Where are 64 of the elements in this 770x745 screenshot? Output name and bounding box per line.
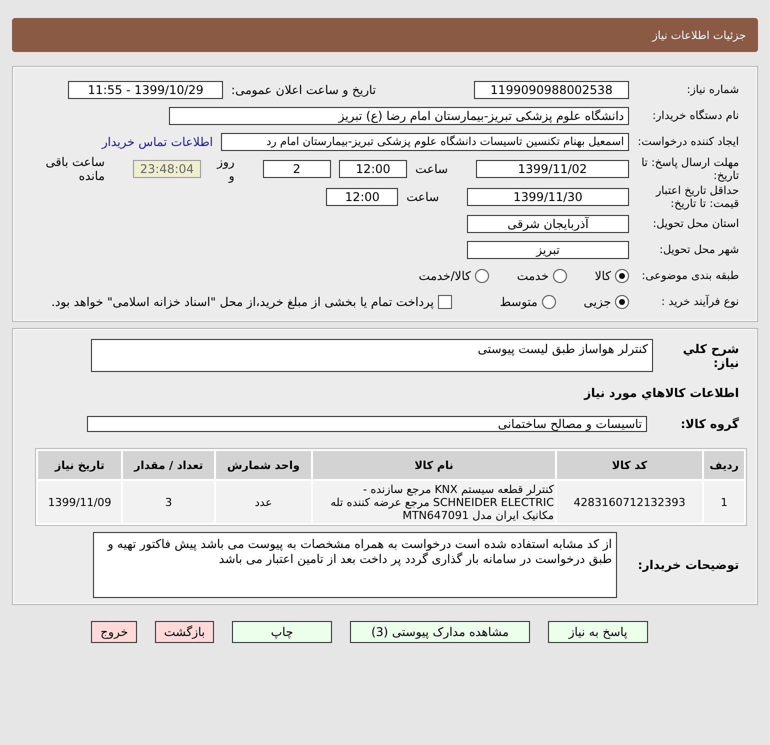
radio-button[interactable] bbox=[615, 268, 629, 282]
table-cell: 3 bbox=[123, 481, 214, 523]
option-label: پرداخت تمام یا بخشی از مبلغ خرید،از محل "اسناد خزانه اسلامی" خواهد بود. bbox=[51, 294, 434, 308]
action-button[interactable]: چاپ bbox=[232, 621, 332, 643]
column-header: نام کالا bbox=[312, 451, 555, 479]
action-button[interactable]: خروج bbox=[91, 621, 137, 643]
radio-button[interactable] bbox=[615, 294, 629, 308]
field-label: شهر محل تحویل: bbox=[658, 243, 739, 256]
table-cell: 1 bbox=[704, 481, 744, 523]
countdown-field: 23:48:04 bbox=[132, 160, 202, 178]
action-button[interactable]: بازگشت bbox=[155, 621, 214, 643]
field-label: طبقه بندی موضوعی: bbox=[640, 269, 739, 282]
column-header: تعداد / مقدار bbox=[123, 451, 214, 479]
field-label: حداقل تاریخ اعتبار قیمت: تا تاریخ: bbox=[654, 184, 739, 210]
table-cell: عدد bbox=[216, 481, 311, 523]
input-field[interactable]: دانشگاه علوم پزشکی تبریز-بیمارستان امام رضا (ع) تبریز bbox=[169, 106, 629, 124]
option-label: متوسط bbox=[500, 294, 538, 308]
option-label: خدمت bbox=[516, 268, 549, 282]
field-label: تاریخ و ساعت اعلان عمومی: bbox=[231, 82, 376, 96]
field-label: توضیحات خریدار: bbox=[636, 558, 739, 572]
table-cell: کنترلر قطعه سیستم KNX مرجع سازنده -SCHNEIDER ELECTRIC مرجع عرضه کننده تله مکانیک ایران مدل MTN647091 bbox=[312, 481, 555, 523]
table-cell: 1399/11/09 bbox=[38, 481, 122, 523]
field-label: ساعت bbox=[415, 162, 448, 176]
page-title: جزئیات اطلاعات نیاز bbox=[652, 28, 746, 42]
column-header: ردیف bbox=[704, 451, 744, 479]
option-label: جزیی bbox=[584, 294, 611, 308]
field-label: استان محل تحویل: bbox=[652, 217, 739, 230]
checkbox[interactable] bbox=[438, 294, 452, 308]
option-label: کالا/خدمت bbox=[418, 268, 471, 282]
input-field[interactable]: آذربایجان شرقی bbox=[467, 214, 629, 232]
input-field[interactable]: 1399/11/02 bbox=[476, 160, 629, 178]
summary-field[interactable]: کنترلر هواساز طبق لیست پیوستی bbox=[91, 339, 653, 372]
input-field[interactable]: 2 bbox=[262, 160, 331, 178]
action-button[interactable]: پاسخ به نیاز bbox=[548, 621, 648, 643]
radio-button[interactable] bbox=[542, 294, 556, 308]
column-header: کد کالا bbox=[556, 451, 702, 479]
field-label: شرح کلي نياز: bbox=[682, 342, 739, 370]
field-label: نوع فرآیند خرید : bbox=[660, 295, 739, 308]
field-label: نام دستگاه خریدار: bbox=[651, 109, 739, 122]
field-label: ساعت باقی مانده bbox=[44, 155, 105, 183]
input-field[interactable]: 1399/11/30 bbox=[467, 188, 629, 206]
field-label: روز و bbox=[216, 155, 235, 183]
table-cell: 4283160712132393 bbox=[556, 481, 702, 523]
section-heading: اطلاعات کالاهاي مورد نياز bbox=[582, 386, 739, 400]
input-field[interactable]: 12:00 bbox=[338, 160, 408, 178]
input-field[interactable]: تاسیسات و مصالح ساختمانی bbox=[87, 416, 647, 432]
action-button[interactable]: مشاهده مدارک پیوستی (3) bbox=[350, 621, 530, 643]
field-label: ساعت bbox=[406, 190, 439, 204]
field-label: شماره نیاز: bbox=[686, 83, 739, 96]
radio-button[interactable] bbox=[552, 268, 567, 282]
input-field[interactable]: تبریز bbox=[467, 240, 629, 258]
input-field[interactable]: 1399/10/29 - 11:55 bbox=[68, 80, 224, 98]
option-label: کالا bbox=[594, 268, 611, 282]
notes-field[interactable]: از کد مشابه استفاده شده است درخواست به همراه مشخصات به پیوست می باشد پیش فاکتور تهیه و طبق درخواست در سامانه بار گذاری گردد پر داخت بعد از تامین اعتبار می باشد bbox=[93, 532, 617, 598]
field-label: گروه کالا: bbox=[680, 417, 739, 431]
input-field[interactable]: 12:00 bbox=[326, 188, 398, 206]
column-header: تاریخ نیاز bbox=[38, 451, 122, 479]
input-field[interactable]: اسمعیل بهنام تکنسین تاسیسات دانشگاه علوم پزشکی تبریز-بیمارستان امام رد bbox=[221, 132, 629, 150]
input-field[interactable]: 1199090988002538 bbox=[474, 80, 629, 98]
field-label: ایجاد کننده درخواست: bbox=[636, 135, 739, 148]
radio-button[interactable] bbox=[474, 268, 489, 282]
contact-link[interactable]: اطلاعات تماس خریدار bbox=[102, 134, 213, 148]
column-header: واحد شمارش bbox=[216, 451, 311, 479]
field-label: مهلت ارسال پاسخ: تا تاریخ: bbox=[640, 156, 739, 182]
